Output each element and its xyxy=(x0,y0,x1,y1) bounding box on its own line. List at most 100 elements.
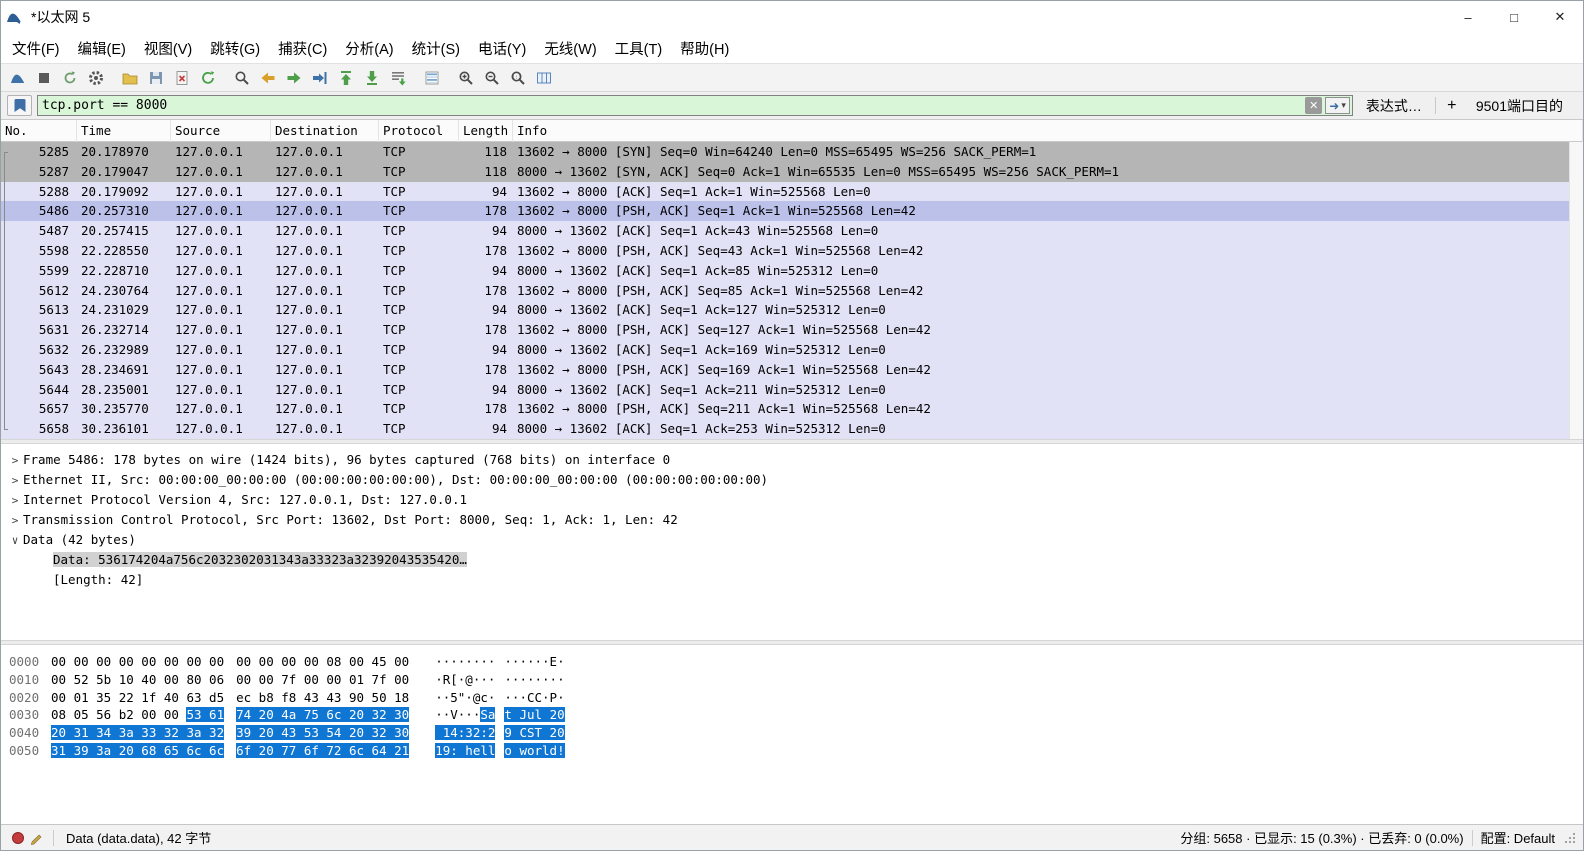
menu-telephony[interactable]: 电话(Y) xyxy=(469,33,535,64)
packet-row[interactable]: 528720.179047127.0.0.1127.0.0.1TCP118800… xyxy=(1,162,1569,182)
menu-go[interactable]: 跳转(G) xyxy=(201,33,269,64)
column-header-length[interactable]: Length xyxy=(459,120,513,142)
expander-collapsed-icon[interactable]: > xyxy=(7,451,23,471)
capture-options-button[interactable] xyxy=(83,65,109,90)
close-button[interactable]: ✕ xyxy=(1537,1,1583,33)
maximize-button[interactable]: □ xyxy=(1491,1,1537,33)
column-header-source[interactable]: Source xyxy=(171,120,271,142)
packet-row[interactable]: 564328.234691127.0.0.1127.0.0.1TCP178136… xyxy=(1,360,1569,380)
menu-edit[interactable]: 编辑(E) xyxy=(69,33,135,64)
hex-row[interactable]: 003008 05 56 b2 00 00 53 6174 20 4a 75 6… xyxy=(9,706,1583,724)
packet-row[interactable]: 563226.232989127.0.0.1127.0.0.1TCP948000… xyxy=(1,340,1569,360)
packet-row[interactable]: 563126.232714127.0.0.1127.0.0.1TCP178136… xyxy=(1,320,1569,340)
packet-row[interactable]: 559822.228550127.0.0.1127.0.0.1TCP178136… xyxy=(1,241,1569,261)
filter-apply-button[interactable]: ➜ ▾ xyxy=(1325,97,1350,114)
cell-no: 5599 xyxy=(11,261,77,281)
filter-bookmark-button[interactable] xyxy=(7,95,32,116)
expert-info-button[interactable] xyxy=(9,829,27,847)
cell-info: 8000 → 13602 [ACK] Seq=1 Ack=85 Win=5253… xyxy=(513,261,1569,281)
cell-source: 127.0.0.1 xyxy=(171,182,271,202)
packet-row[interactable]: 528520.178970127.0.0.1127.0.0.1TCP118136… xyxy=(1,142,1569,162)
find-packet-button[interactable] xyxy=(229,65,255,90)
column-header-info[interactable]: Info xyxy=(513,120,1583,142)
resize-grip-icon[interactable] xyxy=(1563,831,1577,845)
hex-row[interactable]: 005031 39 3a 20 68 65 6c 6c6f 20 77 6f 7… xyxy=(9,742,1583,760)
start-capture-button[interactable] xyxy=(5,65,31,90)
open-file-button[interactable] xyxy=(117,65,143,90)
menu-analyze[interactable]: 分析(A) xyxy=(336,33,402,64)
saved-filter-button[interactable]: 9501端口目的 xyxy=(1468,96,1577,116)
first-packet-button[interactable] xyxy=(333,65,359,90)
restart-capture-button[interactable] xyxy=(57,65,83,90)
capture-comment-button[interactable] xyxy=(27,829,45,847)
detail-tcp[interactable]: >Transmission Control Protocol, Src Port… xyxy=(1,510,1583,530)
detail-data-value[interactable]: Data: 536174204a756c2032302031343a33323a… xyxy=(1,550,1583,570)
detail-data-length[interactable]: [Length: 42] xyxy=(1,570,1583,590)
menu-view[interactable]: 视图(V) xyxy=(135,33,201,64)
packet-row[interactable]: 564428.235001127.0.0.1127.0.0.1TCP948000… xyxy=(1,380,1569,400)
minimize-button[interactable]: – xyxy=(1445,1,1491,33)
detail-data[interactable]: ∨Data (42 bytes) xyxy=(1,530,1583,550)
hex-bytes-highlighted: 74 20 4a 75 6c 20 32 30 xyxy=(236,707,409,722)
packet-list-scrollbar[interactable] xyxy=(1569,142,1583,439)
detail-ethernet[interactable]: >Ethernet II, Src: 00:00:00_00:00:00 (00… xyxy=(1,470,1583,490)
title-bar: *以太网 5 – □ ✕ xyxy=(1,1,1583,33)
status-profile[interactable]: 配置: Default xyxy=(1481,828,1555,847)
hex-bytes: 00 00 7f 00 00 01 7f 00 xyxy=(236,672,409,687)
detail-frame[interactable]: >Frame 5486: 178 bytes on wire (1424 bit… xyxy=(1,450,1583,470)
zoom-reset-button[interactable]: 1:1 xyxy=(505,65,531,90)
first-packet-icon xyxy=(337,69,355,87)
expander-expanded-icon[interactable]: ∨ xyxy=(7,531,23,551)
zoom-out-button[interactable] xyxy=(479,65,505,90)
zoom-in-button[interactable] xyxy=(453,65,479,90)
last-packet-button[interactable] xyxy=(359,65,385,90)
stream-indicator xyxy=(1,399,11,419)
auto-scroll-button[interactable] xyxy=(385,65,411,90)
menu-help[interactable]: 帮助(H) xyxy=(671,33,738,64)
column-header-protocol[interactable]: Protocol xyxy=(379,120,459,142)
expander-collapsed-icon[interactable]: > xyxy=(7,511,23,531)
stream-indicator xyxy=(1,360,11,380)
go-forward-button[interactable] xyxy=(281,65,307,90)
save-file-button[interactable] xyxy=(143,65,169,90)
packet-row[interactable]: 565830.236101127.0.0.1127.0.0.1TCP948000… xyxy=(1,419,1569,439)
hex-row[interactable]: 002000 01 35 22 1f 40 63 d5ec b8 f8 43 4… xyxy=(9,689,1583,707)
menu-file[interactable]: 文件(F) xyxy=(3,33,69,64)
menu-tools[interactable]: 工具(T) xyxy=(606,33,672,64)
packet-row[interactable]: 548720.257415127.0.0.1127.0.0.1TCP948000… xyxy=(1,221,1569,241)
packet-row[interactable]: 561224.230764127.0.0.1127.0.0.1TCP178136… xyxy=(1,281,1569,301)
close-file-button[interactable] xyxy=(169,65,195,90)
resize-columns-button[interactable] xyxy=(531,65,557,90)
hex-row[interactable]: 004020 31 34 3a 33 32 3a 3239 20 43 53 5… xyxy=(9,724,1583,742)
expander-collapsed-icon[interactable]: > xyxy=(7,491,23,511)
display-filter-input[interactable] xyxy=(38,98,1305,113)
reload-file-button[interactable] xyxy=(195,65,221,90)
detail-text: Ethernet II, Src: 00:00:00_00:00:00 (00:… xyxy=(23,472,768,487)
cell-protocol: TCP xyxy=(379,261,459,281)
column-header-destination[interactable]: Destination xyxy=(271,120,379,142)
packet-row[interactable]: 559922.228710127.0.0.1127.0.0.1TCP948000… xyxy=(1,261,1569,281)
go-to-packet-button[interactable] xyxy=(307,65,333,90)
add-filter-button[interactable]: + xyxy=(1441,97,1463,115)
menu-statistics[interactable]: 统计(S) xyxy=(403,33,469,64)
packet-row[interactable]: 528820.179092127.0.0.1127.0.0.1TCP941360… xyxy=(1,182,1569,202)
menu-wireless[interactable]: 无线(W) xyxy=(535,33,605,64)
colorize-packets-button[interactable] xyxy=(419,65,445,90)
stream-indicator xyxy=(1,201,11,221)
hex-row[interactable]: 000000 00 00 00 00 00 00 0000 00 00 00 0… xyxy=(9,653,1583,671)
hex-row[interactable]: 001000 52 5b 10 40 00 80 0600 00 7f 00 0… xyxy=(9,671,1583,689)
packet-row[interactable]: 565730.235770127.0.0.1127.0.0.1TCP178136… xyxy=(1,399,1569,419)
go-back-button[interactable] xyxy=(255,65,281,90)
cell-time: 26.232714 xyxy=(77,320,171,340)
cell-source: 127.0.0.1 xyxy=(171,320,271,340)
stop-capture-button[interactable] xyxy=(31,65,57,90)
expression-button[interactable]: 表达式… xyxy=(1358,96,1430,116)
packet-row-selected[interactable]: 548620.257310127.0.0.1127.0.0.1TCP178136… xyxy=(1,201,1569,221)
packet-row[interactable]: 561324.231029127.0.0.1127.0.0.1TCP948000… xyxy=(1,300,1569,320)
expander-collapsed-icon[interactable]: > xyxy=(7,471,23,491)
detail-ip[interactable]: >Internet Protocol Version 4, Src: 127.0… xyxy=(1,490,1583,510)
column-header-no[interactable]: No. xyxy=(1,120,77,142)
column-header-time[interactable]: Time xyxy=(77,120,171,142)
filter-clear-button[interactable]: ✕ xyxy=(1305,97,1322,114)
menu-capture[interactable]: 捕获(C) xyxy=(269,33,336,64)
